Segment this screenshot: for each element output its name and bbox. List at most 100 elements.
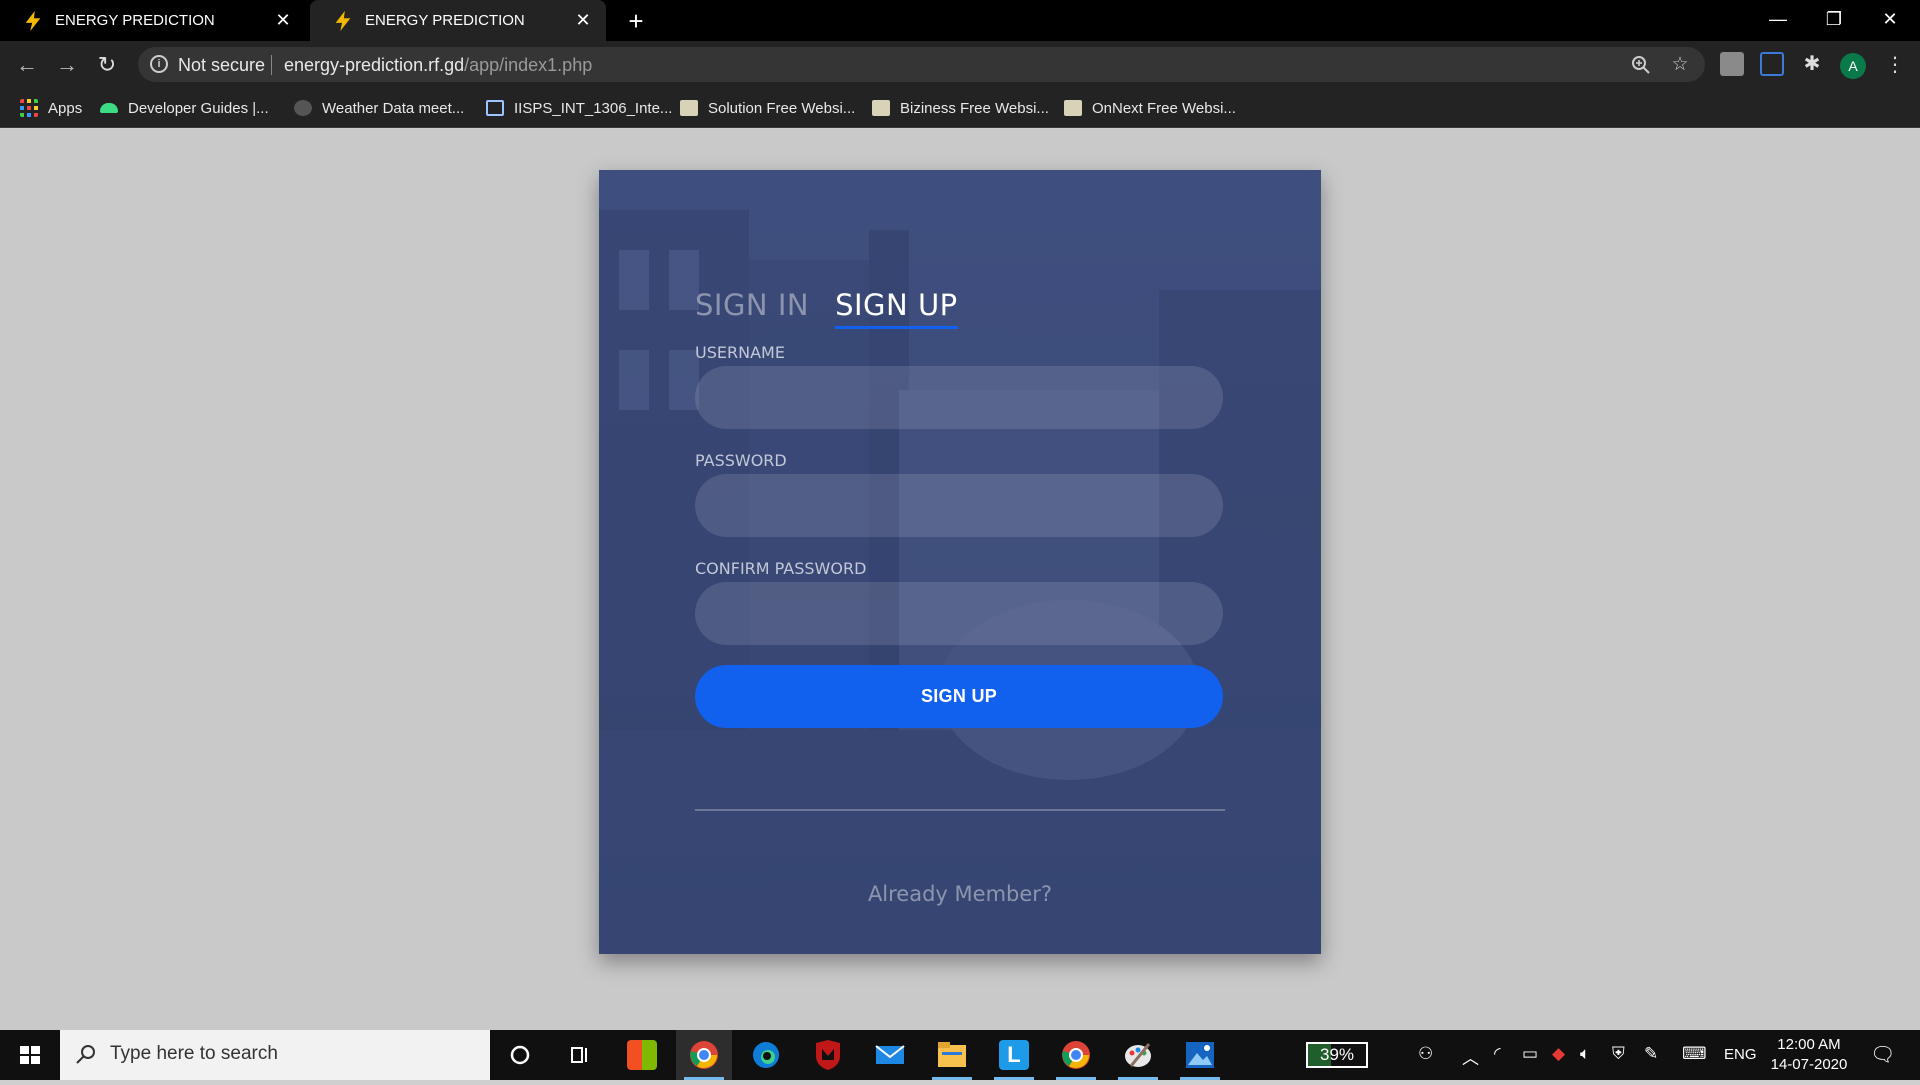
pen-icon[interactable]: ✎ bbox=[1644, 1044, 1658, 1064]
site-thumbnail-icon bbox=[872, 100, 890, 116]
mail-icon[interactable] bbox=[862, 1030, 918, 1080]
forward-button[interactable]: → bbox=[52, 50, 82, 80]
taskbar: Type here to search L 39% ⚇ ︿ ◜ ▭ ◆ 🔈︎ ⛨ bbox=[0, 1030, 1920, 1080]
bookmark-weather-data[interactable]: Weather Data meet... bbox=[294, 88, 464, 128]
taskbar-search[interactable]: Type here to search bbox=[60, 1030, 490, 1080]
divider bbox=[271, 55, 272, 75]
bookmark-biziness[interactable]: Biziness Free Websi... bbox=[872, 88, 1049, 128]
clock[interactable]: 12:00 AM 14-07-2020 bbox=[1764, 1035, 1854, 1075]
battery-percent: 39% bbox=[1319, 1045, 1355, 1064]
chrome-profile-icon[interactable] bbox=[1048, 1030, 1104, 1080]
reload-button[interactable]: ↻ bbox=[92, 50, 122, 80]
lightning-icon bbox=[25, 10, 41, 31]
browser-tab-2[interactable]: ENERGY PREDICTION ✕ bbox=[310, 0, 606, 41]
password-field[interactable] bbox=[695, 474, 1223, 537]
password-label: PASSWORD bbox=[695, 451, 787, 470]
back-button[interactable]: ← bbox=[12, 50, 42, 80]
search-icon bbox=[76, 1045, 95, 1064]
browser-tab-1[interactable]: ENERGY PREDICTION ✕ bbox=[0, 0, 306, 41]
auth-tabs: SIGN IN SIGN UP bbox=[695, 288, 958, 329]
profile-avatar[interactable]: A bbox=[1840, 53, 1866, 79]
apps-grid-icon bbox=[20, 99, 38, 117]
url-text[interactable]: energy-prediction.rf.gd/app/index1.php bbox=[284, 55, 592, 76]
extension-icon[interactable] bbox=[1720, 52, 1744, 76]
clock-time: 12:00 AM bbox=[1777, 1036, 1841, 1053]
security-label[interactable]: Not secure bbox=[178, 55, 265, 76]
minimize-button[interactable]: — bbox=[1750, 0, 1806, 41]
username-label: USERNAME bbox=[695, 343, 785, 362]
sign-up-button[interactable]: SIGN UP bbox=[695, 665, 1223, 728]
tab-title: ENERGY PREDICTION bbox=[365, 12, 525, 29]
start-button[interactable] bbox=[0, 1030, 60, 1080]
mcafee-tray-icon[interactable]: ◆ bbox=[1552, 1044, 1565, 1064]
keyboard-icon[interactable]: ⌨ bbox=[1682, 1044, 1707, 1064]
bookmark-label: OnNext Free Websi... bbox=[1092, 99, 1236, 117]
bookmark-label: IISPS_INT_1306_Inte... bbox=[514, 99, 673, 117]
search-placeholder: Type here to search bbox=[110, 1043, 278, 1064]
bookmark-onnext[interactable]: OnNext Free Websi... bbox=[1064, 88, 1236, 128]
bookmark-apps[interactable]: Apps bbox=[20, 88, 82, 128]
edge-icon[interactable] bbox=[738, 1030, 794, 1080]
username-field[interactable] bbox=[695, 366, 1223, 429]
close-window-button[interactable]: ✕ bbox=[1862, 0, 1918, 41]
confirm-password-label: CONFIRM PASSWORD bbox=[695, 559, 867, 578]
language-indicator[interactable]: ENG bbox=[1724, 1046, 1757, 1063]
battery-indicator[interactable]: 39% bbox=[1306, 1042, 1368, 1068]
already-member-link[interactable]: Already Member? bbox=[599, 882, 1321, 906]
address-bar[interactable]: i Not secure energy-prediction.rf.gd/app… bbox=[138, 47, 1705, 82]
bookmark-label: Biziness Free Websi... bbox=[900, 99, 1049, 117]
clock-date: 14-07-2020 bbox=[1770, 1056, 1848, 1073]
android-icon bbox=[100, 103, 118, 113]
paint-icon[interactable] bbox=[1110, 1030, 1166, 1080]
battery-tray-icon[interactable]: ▭ bbox=[1522, 1044, 1538, 1064]
close-tab-icon[interactable]: ✕ bbox=[574, 11, 592, 29]
info-icon[interactable]: i bbox=[150, 55, 168, 73]
page-viewport: SIGN IN SIGN UP USERNAME PASSWORD CONFIR… bbox=[0, 129, 1920, 1030]
login-card: SIGN IN SIGN UP USERNAME PASSWORD CONFIR… bbox=[599, 170, 1321, 954]
photos-icon[interactable] bbox=[1172, 1030, 1228, 1080]
bookmark-label: Developer Guides |... bbox=[128, 99, 269, 117]
weather-site-icon bbox=[294, 100, 312, 116]
tab-strip: ENERGY PREDICTION ✕ ENERGY PREDICTION ✕ … bbox=[0, 0, 1920, 41]
chrome-icon[interactable] bbox=[676, 1030, 732, 1080]
site-thumbnail-icon bbox=[680, 100, 698, 116]
people-icon[interactable]: ⚇ bbox=[1418, 1044, 1433, 1064]
task-view-icon[interactable] bbox=[552, 1030, 608, 1080]
reader-extension-icon[interactable] bbox=[1760, 52, 1784, 76]
tab-sign-in[interactable]: SIGN IN bbox=[695, 288, 809, 329]
confirm-password-field[interactable] bbox=[695, 582, 1223, 645]
new-tab-button[interactable]: + bbox=[622, 7, 650, 35]
bookmark-developer-guides[interactable]: Developer Guides |... bbox=[100, 88, 269, 128]
bookmarks-bar: Apps Developer Guides |... Weather Data … bbox=[0, 88, 1920, 128]
menu-kebab-icon[interactable]: ⋮ bbox=[1880, 50, 1910, 80]
lync-icon[interactable]: L bbox=[986, 1030, 1042, 1080]
cortana-icon[interactable] bbox=[492, 1030, 548, 1080]
url-path: /app/index1.php bbox=[464, 55, 593, 75]
bookmark-label: Weather Data meet... bbox=[322, 99, 465, 117]
divider bbox=[695, 809, 1225, 811]
url-host: energy-prediction.rf.gd bbox=[284, 55, 465, 75]
restore-button[interactable]: ❐ bbox=[1806, 0, 1862, 41]
volume-icon[interactable]: 🔈︎ bbox=[1580, 1044, 1590, 1064]
tab-title: ENERGY PREDICTION bbox=[55, 12, 215, 29]
zoom-icon[interactable] bbox=[1630, 54, 1652, 76]
close-tab-icon[interactable]: ✕ bbox=[274, 11, 292, 29]
notifications-icon[interactable]: 🗨︎ bbox=[1870, 1042, 1895, 1067]
file-explorer-icon[interactable] bbox=[924, 1030, 980, 1080]
chevron-up-icon[interactable]: ︿ bbox=[1462, 1044, 1479, 1069]
tab-sign-up[interactable]: SIGN UP bbox=[835, 288, 958, 329]
bookmark-label: Apps bbox=[48, 99, 83, 117]
bookmark-solution[interactable]: Solution Free Websi... bbox=[680, 88, 855, 128]
bookmark-label: Solution Free Websi... bbox=[708, 99, 856, 117]
security-shield-icon[interactable]: ⛨ bbox=[1612, 1044, 1625, 1064]
puzzle-icon[interactable]: ✱ bbox=[1800, 52, 1824, 76]
windows-logo-icon bbox=[20, 1046, 40, 1064]
bookmark-star-icon[interactable]: ☆ bbox=[1669, 54, 1691, 76]
lightning-icon bbox=[335, 10, 351, 31]
browser-toolbar: ← → ↻ i Not secure energy-prediction.rf.… bbox=[0, 41, 1920, 88]
store-icon[interactable] bbox=[614, 1030, 670, 1080]
mcafee-icon[interactable] bbox=[800, 1030, 856, 1080]
document-icon bbox=[486, 100, 504, 116]
bookmark-iisps[interactable]: IISPS_INT_1306_Inte... bbox=[486, 88, 672, 128]
wifi-icon[interactable]: ◜ bbox=[1494, 1044, 1501, 1064]
